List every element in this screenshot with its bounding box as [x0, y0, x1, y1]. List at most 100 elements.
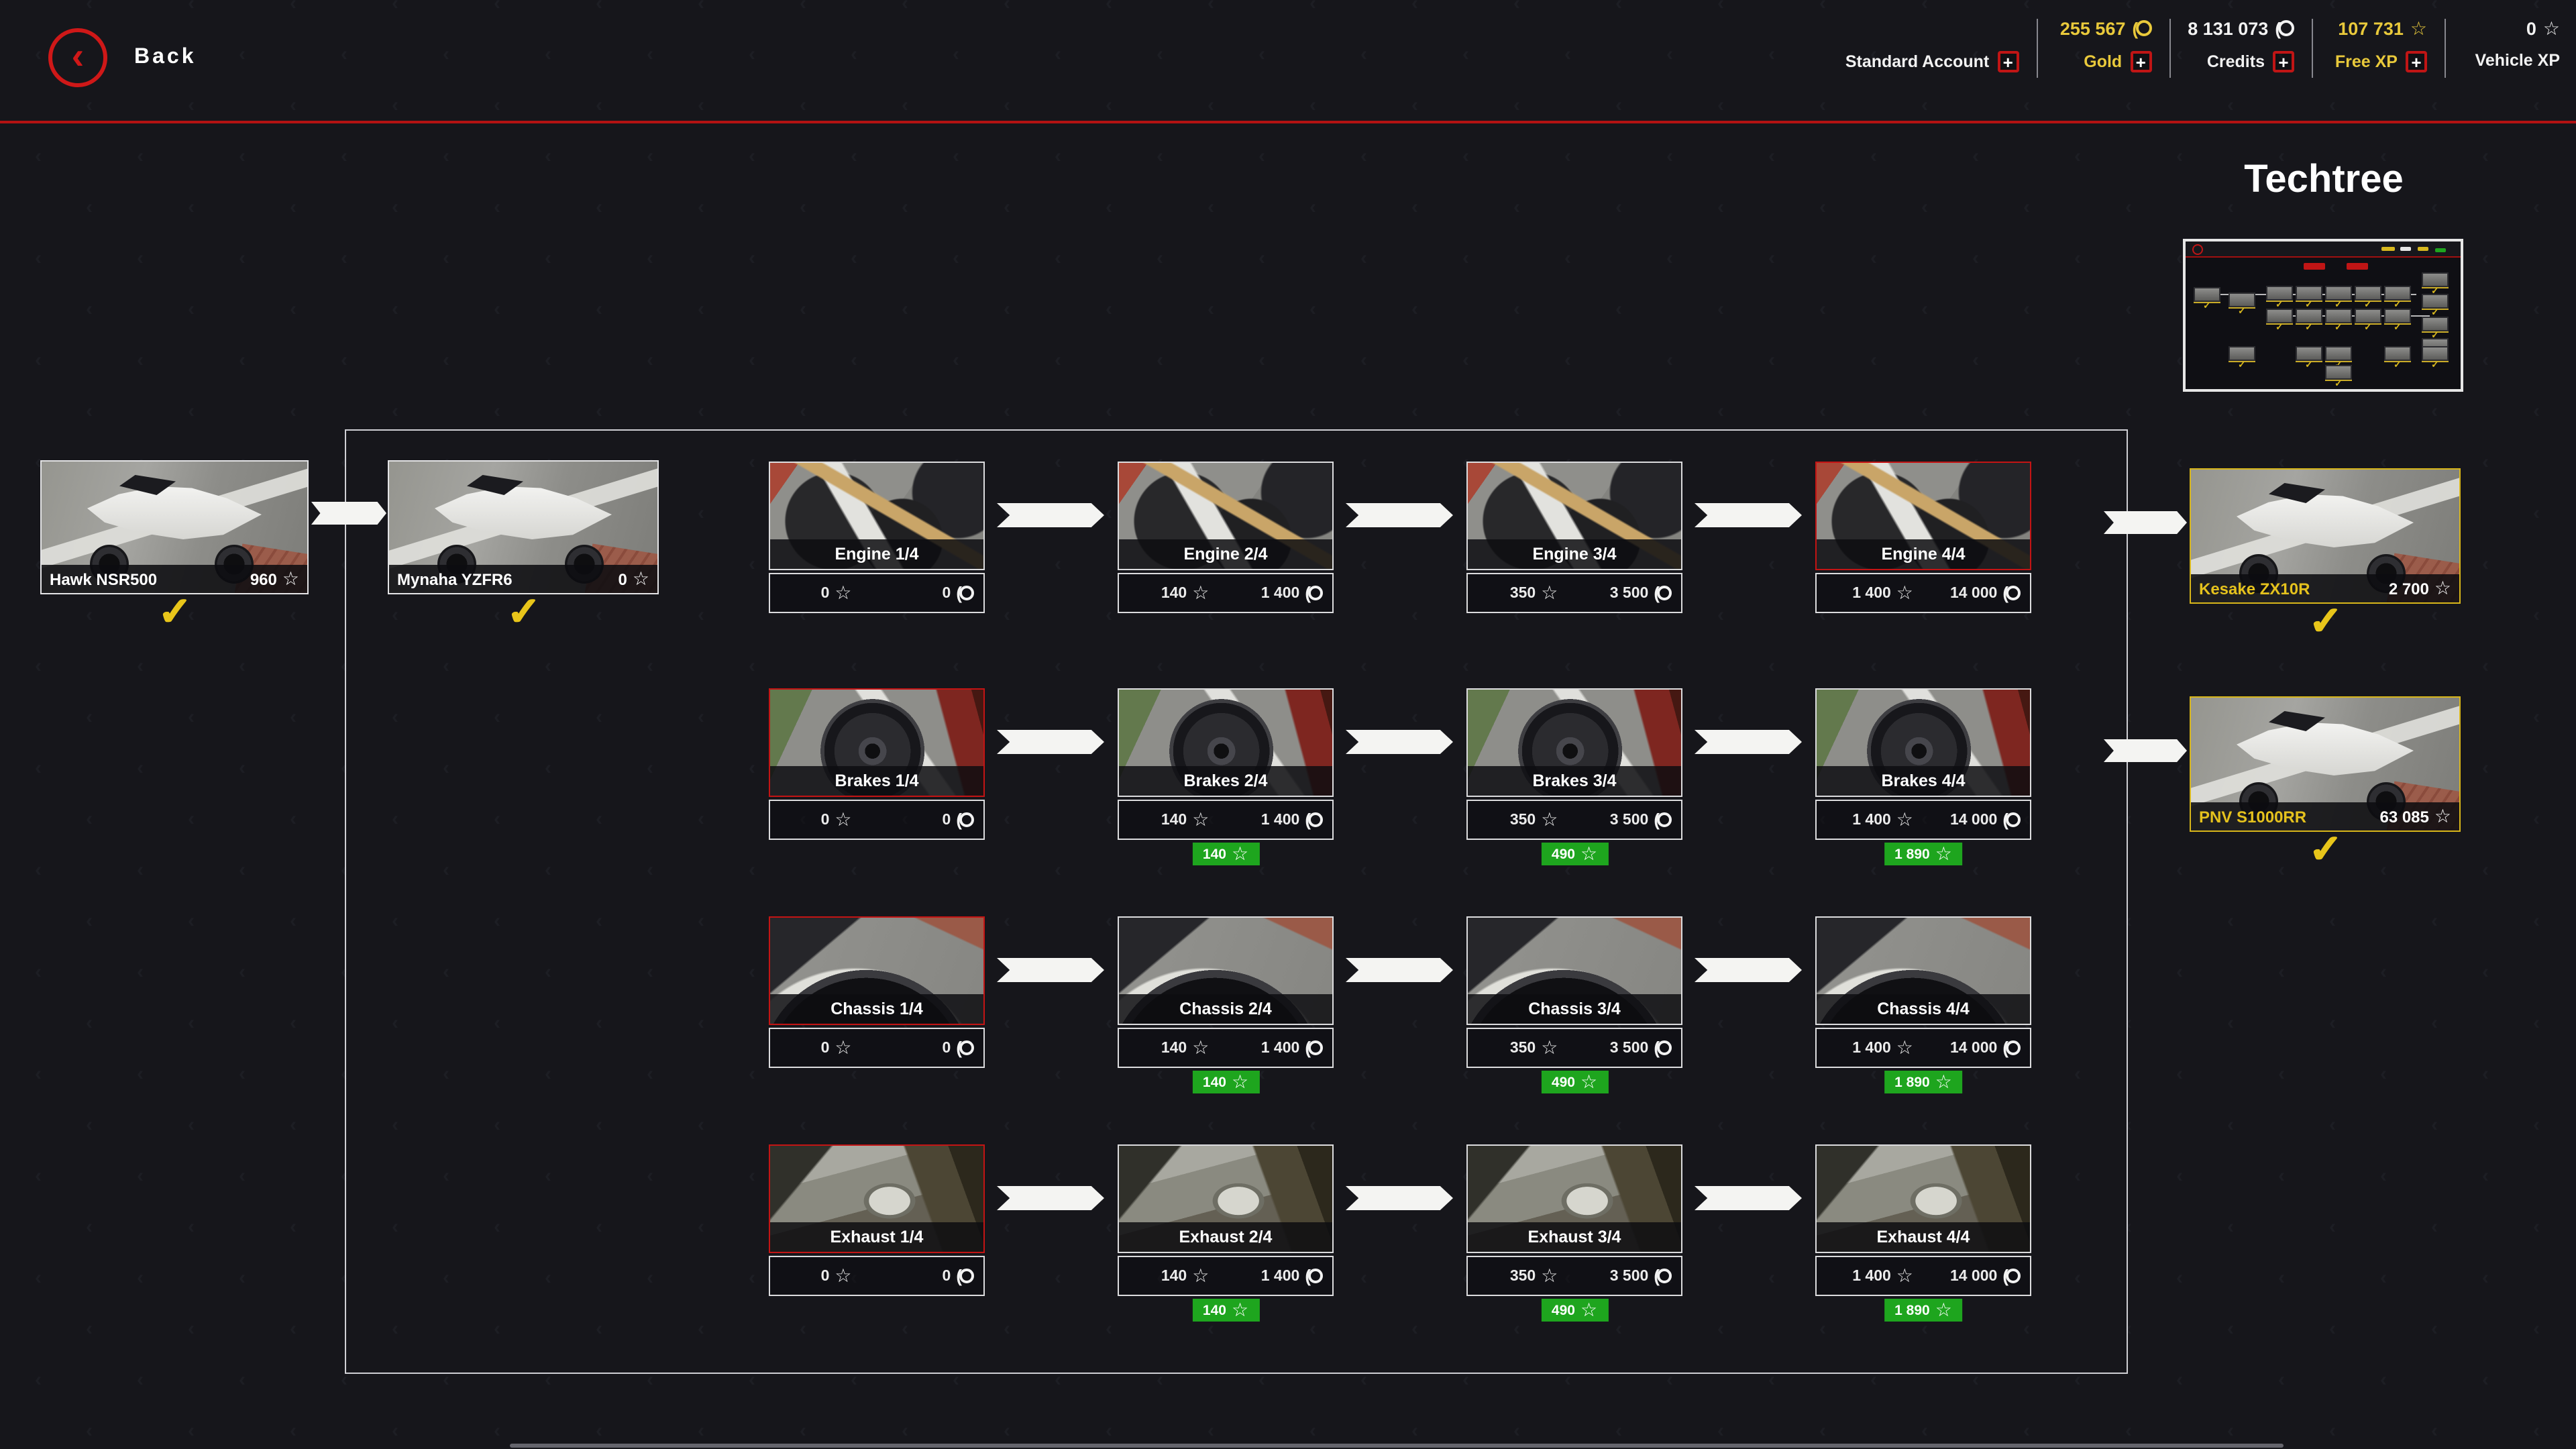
top-bar: ‹ Back Standard Account + 255 567 ( Gold… [0, 0, 2576, 123]
upgrade-card[interactable]: Brakes 1/40☆0( [769, 688, 985, 840]
upgrade-row-exhaust: Exhaust 1/40☆0(Exhaust 2/4140☆1 400(140☆… [769, 1144, 2031, 1296]
credits-cost: 14 000 [1950, 1268, 1997, 1284]
minimap-bike-thumb [2384, 286, 2411, 301]
upgrade-card[interactable]: Chassis 2/4140☆1 400(140☆ [1118, 916, 1334, 1068]
upgrade-part-photo: Engine 1/4 [769, 462, 985, 570]
star-icon: ☆ [1580, 1299, 1597, 1322]
bike-photo: PNV S1000RR 63 085☆ [2190, 696, 2461, 832]
minimap-currency-dash [2400, 247, 2411, 251]
owned-check-icon: ✓ [158, 589, 191, 636]
free-xp-plus-button[interactable]: + [2406, 51, 2427, 72]
minimap-bike-thumb [2296, 309, 2322, 323]
credits-coin-icon: ( [1654, 1038, 1672, 1058]
upgrade-card[interactable]: Chassis 1/40☆0( [769, 916, 985, 1068]
upgrade-label: Exhaust 1/4 [770, 1222, 983, 1252]
upgrade-card[interactable]: Chassis 3/4350☆3 500(490☆ [1466, 916, 1682, 1068]
upgrade-label: Exhaust 4/4 [1817, 1222, 2030, 1252]
star-icon: ☆ [1192, 1265, 1209, 1287]
upgrade-card[interactable]: Brakes 4/41 400☆14 000(1 890☆ [1815, 688, 2031, 840]
upgrade-part-photo: Chassis 4/4 [1815, 916, 2031, 1025]
upgrade-cost-bar: 0☆0( [769, 1256, 985, 1296]
minimap-check-icon: ✓ [2334, 322, 2343, 333]
credits-cost: 0 [943, 585, 951, 601]
upgrade-label: Brakes 2/4 [1119, 766, 1332, 796]
upgrade-card[interactable]: Exhaust 4/41 400☆14 000(1 890☆ [1815, 1144, 2031, 1296]
upgrade-part-photo: Chassis 2/4 [1118, 916, 1334, 1025]
credits-plus-button[interactable]: + [2273, 51, 2294, 72]
star-icon: ☆ [1935, 1071, 1952, 1093]
credits-cost: 3 500 [1610, 1040, 1649, 1056]
gold-value: 255 567 [2060, 18, 2126, 38]
credits-cost: 1 400 [1261, 1268, 1300, 1284]
upgrade-card[interactable]: Engine 3/4350☆3 500( [1466, 462, 1682, 613]
upgrade-cost-bar: 1 400☆14 000( [1815, 800, 2031, 840]
star-icon: ☆ [835, 582, 851, 604]
upgrade-label: Brakes 3/4 [1468, 766, 1681, 796]
bike-card-pnv-s1000rr[interactable]: PNV S1000RR 63 085☆ ✓ [2190, 696, 2461, 832]
bike-name: Mynaha YZFR6 [397, 570, 513, 588]
upgrade-cost-bar: 1 400☆14 000( [1815, 1028, 2031, 1068]
upgrade-card[interactable]: Exhaust 2/4140☆1 400(140☆ [1118, 1144, 1334, 1296]
upgrade-card[interactable]: Exhaust 3/4350☆3 500(490☆ [1466, 1144, 1682, 1296]
upgrade-label: Chassis 2/4 [1119, 994, 1332, 1024]
bike-connector [311, 502, 386, 525]
arrow-icon [1695, 958, 1802, 982]
arrow-icon [311, 502, 386, 525]
earned-xp-badge: 490☆ [1541, 1299, 1608, 1322]
horizontal-scrollbar[interactable] [510, 1444, 2284, 1448]
gold-plus-button[interactable]: + [2130, 51, 2151, 72]
star-icon: ☆ [1541, 1265, 1558, 1287]
bike-stars: 960 [250, 570, 277, 588]
upgrade-card[interactable]: Brakes 3/4350☆3 500(490☆ [1466, 688, 1682, 840]
bike-photo: Hawk NSR500 960☆ [40, 460, 309, 594]
arrow-icon [997, 503, 1104, 527]
xp-cost: 0 [821, 1040, 830, 1056]
bike-card-hawk-nsr500[interactable]: Hawk NSR500 960☆ ✓ [40, 460, 309, 594]
upgrade-part-photo: Engine 4/4 [1815, 462, 2031, 570]
credits-coin-icon: ( [1305, 1266, 1323, 1286]
gold-label: Gold [2084, 52, 2122, 71]
vehicle-xp-value: 0 [2526, 18, 2536, 38]
upgrade-part-photo: Exhaust 2/4 [1118, 1144, 1334, 1253]
upgrade-part-photo: Brakes 3/4 [1466, 688, 1682, 797]
free-xp-group: 107 731 ☆ Free XP + [2330, 16, 2427, 72]
credits-cost: 14 000 [1950, 812, 1997, 828]
upgrade-card[interactable]: Chassis 4/41 400☆14 000(1 890☆ [1815, 916, 2031, 1068]
credits-cost: 3 500 [1610, 585, 1649, 601]
upgrade-card[interactable]: Exhaust 1/4 0☆0( [769, 1144, 985, 1296]
upgrade-label: Brakes 1/4 [770, 766, 983, 796]
star-icon: ☆ [1232, 1299, 1248, 1322]
star-icon: ☆ [1896, 1036, 1913, 1059]
xp-cost: 140 [1161, 1040, 1187, 1056]
xp-cost: 140 [1161, 585, 1187, 601]
techtree-minimap[interactable]: ✓✓✓✓✓✓✓✓✓✓✓✓✓✓✓✓✓✓✓✓✓✓ [2183, 239, 2463, 392]
upgrade-connector [985, 688, 1118, 840]
minimap-back-icon [2192, 244, 2203, 255]
upgrade-card[interactable]: Engine 1/40☆0( [769, 462, 985, 613]
divider [2445, 19, 2446, 78]
star-icon: ☆ [835, 808, 851, 831]
upgrade-card[interactable]: Brakes 2/4140☆1 400(140☆ [1118, 688, 1334, 840]
upgrade-card[interactable]: Engine 4/41 400☆14 000( [1815, 462, 2031, 613]
minimap-bike-thumb [2266, 309, 2293, 323]
bike-stars: 63 085 [2379, 807, 2428, 826]
arrow-icon [1346, 503, 1453, 527]
upgrade-cost-bar: 1 400☆14 000( [1815, 1256, 2031, 1296]
gold-group: 255 567 ( Gold + [2055, 16, 2151, 72]
upgrade-card[interactable]: Engine 2/4140☆1 400( [1118, 462, 1334, 613]
bike-card-mynaha-yzfr6[interactable]: Mynaha YZFR6 0☆ ✓ [388, 460, 659, 594]
bike-card-kesake-zx10r[interactable]: Kesake ZX10R 2 700☆ ✓ [2190, 468, 2461, 604]
minimap-bike-thumb [2355, 286, 2381, 301]
credits-cost: 3 500 [1610, 812, 1649, 828]
credits-coin-icon: ( [1305, 583, 1323, 603]
back-button[interactable]: ‹ Back [48, 28, 197, 87]
minimap-bike-thumb [2384, 309, 2411, 323]
bike-name: Hawk NSR500 [50, 570, 157, 588]
minimap-bike-thumb [2296, 286, 2322, 301]
upgrade-row-chassis: Chassis 1/40☆0(Chassis 2/4140☆1 400(140☆… [769, 916, 2031, 1068]
minimap-check-icon: ✓ [2275, 322, 2284, 333]
credits-cost: 14 000 [1950, 585, 1997, 601]
account-plus-button[interactable]: + [1997, 51, 2019, 72]
minimap-currency-dash [2435, 248, 2446, 252]
credits-coin-icon: ( [956, 1038, 974, 1058]
